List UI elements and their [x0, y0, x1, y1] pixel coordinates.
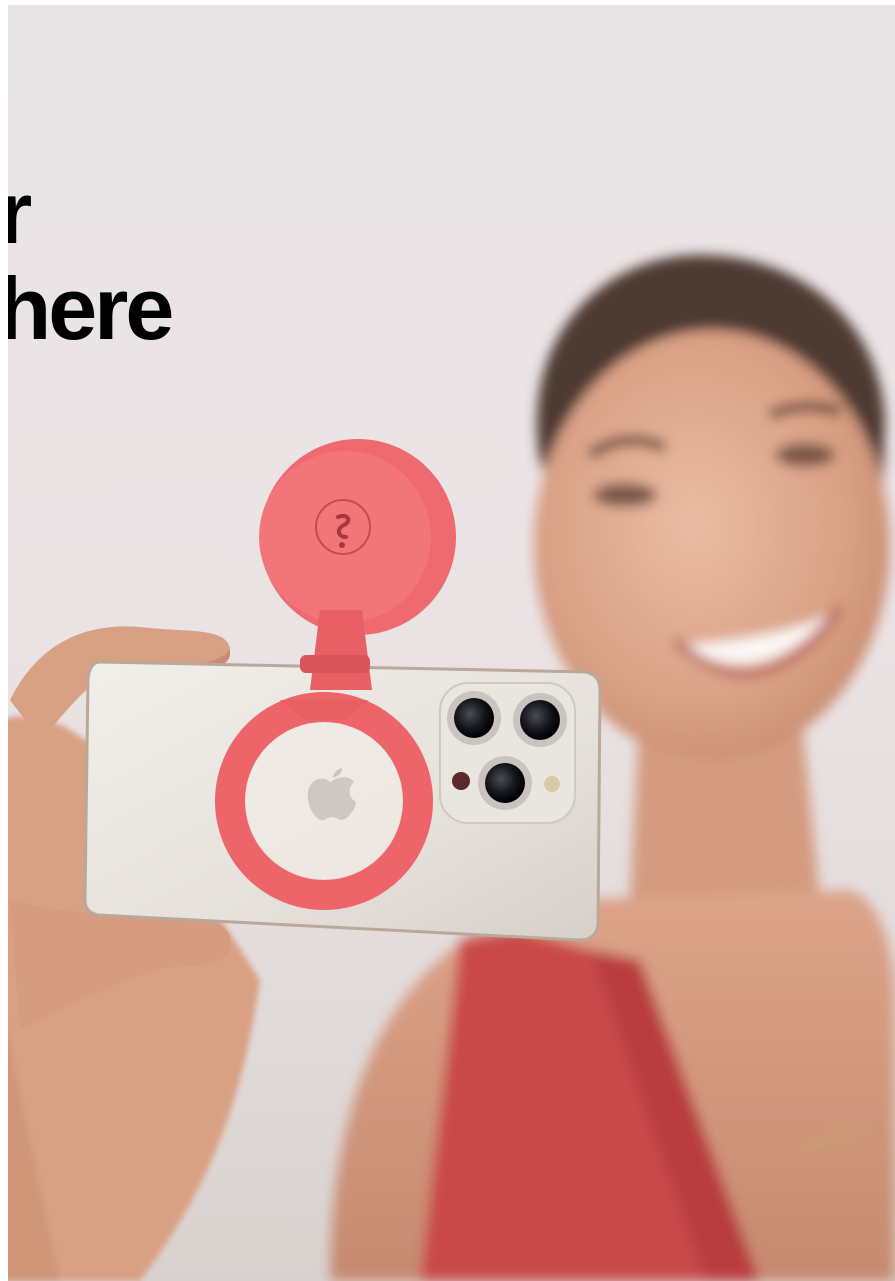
- brand-logo-icon: [318, 505, 368, 555]
- headline: er where: [0, 165, 231, 357]
- headline-line-1: er: [0, 163, 32, 262]
- top-border: [0, 0, 895, 5]
- headline-line-2: where: [0, 259, 174, 358]
- apple-logo-icon: [300, 768, 360, 826]
- left-border: [0, 0, 8, 1281]
- photo-frame: er where: [0, 0, 895, 1281]
